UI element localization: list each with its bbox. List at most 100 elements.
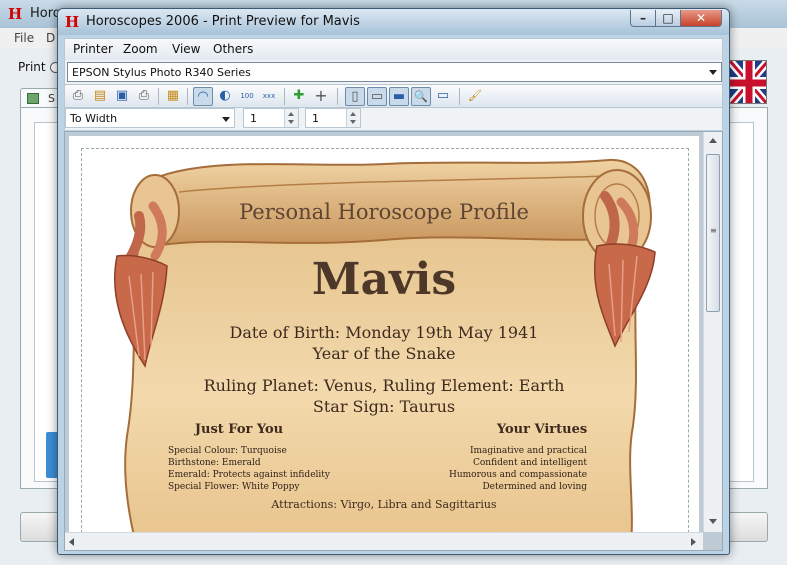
toolbar-separator bbox=[337, 88, 338, 105]
paint-roller-icon: 🖌 bbox=[468, 89, 482, 102]
minimize-icon: – bbox=[640, 11, 646, 25]
single-page-button[interactable]: ▯ bbox=[345, 87, 365, 106]
close-button[interactable]: ✕ bbox=[680, 10, 722, 27]
zoom-page-button[interactable]: ◐ bbox=[215, 87, 235, 106]
document-year: Year of the Snake bbox=[312, 344, 456, 363]
spin-up-icon bbox=[350, 112, 356, 116]
toolbar-separator bbox=[284, 88, 285, 105]
document-date-of-birth: Date of Birth: Monday 19th May 1941 bbox=[229, 323, 539, 342]
export-image-icon: ▤ bbox=[93, 88, 107, 103]
close-icon: ✕ bbox=[695, 11, 707, 25]
bmp-button[interactable]: ▣ bbox=[112, 87, 132, 106]
horizontal-scrollbar[interactable] bbox=[65, 532, 703, 550]
minimize-button[interactable]: – bbox=[630, 10, 656, 27]
zoom-page-icon: ◐ bbox=[219, 88, 231, 103]
page-from-spin-buttons[interactable] bbox=[284, 109, 298, 127]
background-menu-item[interactable]: D bbox=[46, 31, 55, 45]
maximize-button[interactable]: □ bbox=[655, 10, 681, 27]
zoom-mode-value: To Width bbox=[70, 112, 118, 125]
magnifier-icon: 🔍 bbox=[414, 90, 428, 103]
menu-printer[interactable]: Printer bbox=[73, 42, 113, 56]
just-for-you-item: Special Colour: Turquoise bbox=[168, 446, 287, 456]
toolbar-separator bbox=[158, 88, 159, 105]
background-print-label: Print bbox=[18, 60, 46, 74]
preview-page: Personal Horoscope Profile Mavis Date of… bbox=[69, 136, 699, 536]
paint-roller-button[interactable]: 🖌 bbox=[465, 87, 485, 106]
background-menu-file[interactable]: File bbox=[14, 31, 34, 45]
page-to-value: 1 bbox=[312, 112, 319, 125]
zoom-100-button[interactable]: 100 bbox=[237, 87, 257, 106]
chevron-down-icon bbox=[709, 70, 717, 75]
preview-area[interactable]: Personal Horoscope Profile Mavis Date of… bbox=[64, 131, 723, 551]
menu-zoom[interactable]: Zoom bbox=[123, 42, 158, 56]
grip-icon: ≡ bbox=[710, 226, 717, 235]
scroll-up-button[interactable] bbox=[704, 134, 721, 150]
zoom-custom-button[interactable]: xxx bbox=[259, 87, 279, 106]
your-virtues-item: Confident and intelligent bbox=[472, 458, 587, 468]
app-logo-icon: H bbox=[65, 13, 80, 31]
toolbar-separator bbox=[459, 88, 460, 105]
page-to-stepper[interactable]: 1 bbox=[305, 108, 361, 128]
page-view-icon: ◠ bbox=[197, 89, 209, 104]
document-attractions: Attractions: Virgo, Libra and Sagittariu… bbox=[271, 498, 497, 511]
wide-page-icon: ▬ bbox=[392, 89, 406, 104]
printer-row: EPSON Stylus Photo R340 Series bbox=[64, 60, 723, 84]
print-preview-window: H Horoscopes 2006 - Print Preview for Ma… bbox=[57, 8, 730, 555]
spin-up-icon bbox=[288, 112, 294, 116]
window-titlebar[interactable]: H Horoscopes 2006 - Print Preview for Ma… bbox=[58, 9, 729, 35]
page-from-value: 1 bbox=[250, 112, 257, 125]
menu-others[interactable]: Others bbox=[213, 42, 253, 56]
menubar: Printer Zoom View Others bbox=[64, 38, 723, 60]
page-view-button[interactable]: ◠ bbox=[193, 87, 213, 106]
zoom-mode-select[interactable]: To Width bbox=[65, 108, 235, 128]
print-button[interactable]: ⎙ bbox=[68, 87, 88, 106]
zoom-row: To Width 1 1 bbox=[64, 108, 723, 130]
just-for-you-item: Emerald: Protects against infidelity bbox=[168, 470, 330, 480]
scroll-right-icon[interactable] bbox=[691, 538, 696, 546]
uk-flag-icon[interactable] bbox=[729, 60, 767, 104]
toolbar: ⎙ ▤ ▣ ⎙ ▦ ◠ ◐ 100 xxx ✚ + ▯ ▭ ▬ 🔍 ▭ 🖌 bbox=[64, 84, 723, 108]
window-title: Horoscopes 2006 - Print Preview for Mavi… bbox=[86, 14, 360, 29]
add-button[interactable]: + bbox=[311, 87, 331, 106]
just-for-you-item: Birthstone: Emerald bbox=[168, 458, 261, 468]
background-tab-label: S bbox=[48, 92, 55, 105]
maximize-icon: □ bbox=[662, 11, 674, 25]
document-heading: Personal Horoscope Profile bbox=[239, 200, 529, 224]
app-logo-icon: H bbox=[8, 5, 23, 23]
document-star-sign: Star Sign: Taurus bbox=[312, 397, 456, 416]
page-to-spin-buttons[interactable] bbox=[346, 109, 360, 127]
zoom-in-icon: ✚ bbox=[293, 88, 305, 103]
two-page-button[interactable]: ▭ bbox=[367, 87, 387, 106]
printer-select[interactable]: EPSON Stylus Photo R340 Series bbox=[67, 62, 722, 82]
fit-icon: ▭ bbox=[436, 88, 450, 103]
your-virtues-item: Imaginative and practical bbox=[469, 446, 587, 456]
page-from-stepper[interactable]: 1 bbox=[243, 108, 299, 128]
zoom-in-button[interactable]: ✚ bbox=[289, 87, 309, 106]
scroll-left-icon[interactable] bbox=[69, 538, 74, 546]
chevron-down-icon bbox=[222, 117, 230, 122]
page-setup-button[interactable]: ▦ bbox=[163, 87, 183, 106]
print-icon: ⎙ bbox=[72, 88, 84, 103]
scroll-down-icon bbox=[709, 519, 717, 524]
document-ruling: Ruling Planet: Venus, Ruling Element: Ea… bbox=[203, 376, 565, 395]
export-image-button[interactable]: ▤ bbox=[90, 87, 110, 106]
magnifier-button[interactable]: 🔍 bbox=[411, 87, 431, 106]
menu-view[interactable]: View bbox=[172, 42, 200, 56]
zoom-custom-icon: xxx bbox=[262, 92, 276, 100]
just-for-you-title: Just For You bbox=[194, 422, 284, 437]
just-for-you-item: Special Flower: White Poppy bbox=[168, 482, 300, 492]
document-person-name: Mavis bbox=[311, 254, 457, 305]
scroll-down-button[interactable] bbox=[704, 514, 721, 530]
page-setup-icon: ▦ bbox=[166, 88, 180, 103]
spin-down-icon bbox=[288, 120, 294, 124]
vertical-scrollbar[interactable]: ≡ bbox=[703, 132, 722, 532]
printer-setup-icon: ⎙ bbox=[138, 88, 150, 103]
spin-down-icon bbox=[350, 120, 356, 124]
your-virtues-title: Your Virtues bbox=[496, 422, 588, 437]
printer-setup-button[interactable]: ⎙ bbox=[134, 87, 154, 106]
single-page-icon: ▯ bbox=[351, 89, 359, 104]
wide-page-button[interactable]: ▬ bbox=[389, 87, 409, 106]
vertical-scroll-thumb[interactable]: ≡ bbox=[706, 154, 720, 312]
tab-image-icon bbox=[27, 93, 39, 104]
fit-button[interactable]: ▭ bbox=[433, 87, 453, 106]
